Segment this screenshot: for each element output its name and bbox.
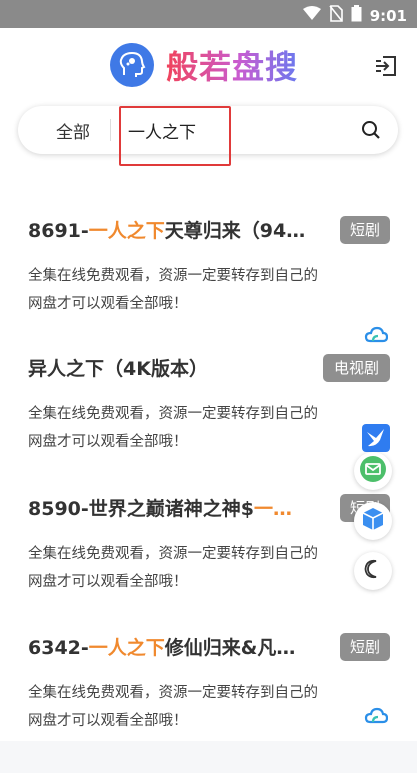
result-title: 8691-一人之下天尊归来（94… — [28, 220, 306, 242]
category-badge: 短剧 — [340, 216, 390, 244]
app-logo: 般若盘搜 — [110, 42, 298, 88]
no-sim-icon — [329, 5, 343, 26]
cube-button[interactable] — [354, 502, 392, 540]
list-item[interactable]: 8691-一人之下天尊归来（94… 短剧 全集在线免费观看，资源一定要转存到自己… — [0, 216, 417, 356]
wifi-icon — [302, 6, 321, 25]
result-list: 8691-一人之下天尊归来（94… 短剧 全集在线免费观看，资源一定要转存到自己… — [0, 178, 417, 741]
result-title: 8590-世界之巅诸神之神$一… — [28, 498, 293, 520]
message-button[interactable] — [354, 452, 392, 490]
category-badge: 电视剧 — [323, 354, 390, 382]
result-description: 全集在线免费观看，资源一定要转存到自己的网盘才可以观看全部哦！ — [28, 406, 318, 450]
result-description: 全集在线免费观看，资源一定要转存到自己的网盘才可以观看全部哦！ — [28, 268, 318, 312]
logout-icon[interactable] — [373, 53, 399, 79]
dark-mode-button[interactable] — [354, 552, 392, 590]
header: 般若盘搜 全部 一人之下 — [0, 28, 417, 178]
search-scope-select[interactable]: 全部 — [56, 118, 90, 143]
cloud-icon[interactable] — [364, 703, 389, 727]
battery-icon — [351, 5, 362, 26]
result-description: 全集在线免费观看，资源一定要转存到自己的网盘才可以观看全部哦！ — [28, 546, 318, 590]
swallow-icon[interactable] — [362, 424, 390, 452]
app-title: 般若盘搜 — [166, 42, 298, 88]
divider — [110, 119, 111, 141]
list-item[interactable]: 6342-一人之下修仙归来&凡… 短剧 全集在线免费观看，资源一定要转存到自己的… — [0, 633, 417, 773]
search-icon[interactable] — [360, 119, 382, 141]
head-logo-icon — [110, 43, 154, 87]
cube-icon — [360, 506, 386, 536]
result-description: 全集在线免费观看，资源一定要转存到自己的网盘才可以观看全部哦！ — [28, 685, 318, 729]
search-bar[interactable]: 全部 一人之下 — [18, 106, 398, 166]
category-badge: 短剧 — [340, 633, 390, 661]
status-bar: 9:01 — [0, 0, 417, 28]
moon-icon — [362, 558, 384, 584]
message-icon — [359, 455, 387, 487]
annotation-highlight-box — [119, 106, 231, 166]
result-title: 异人之下（4K版本） — [28, 358, 208, 380]
result-title: 6342-一人之下修仙归来&凡… — [28, 637, 296, 659]
status-time: 9:01 — [369, 6, 407, 25]
cloud-icon[interactable] — [364, 322, 389, 346]
